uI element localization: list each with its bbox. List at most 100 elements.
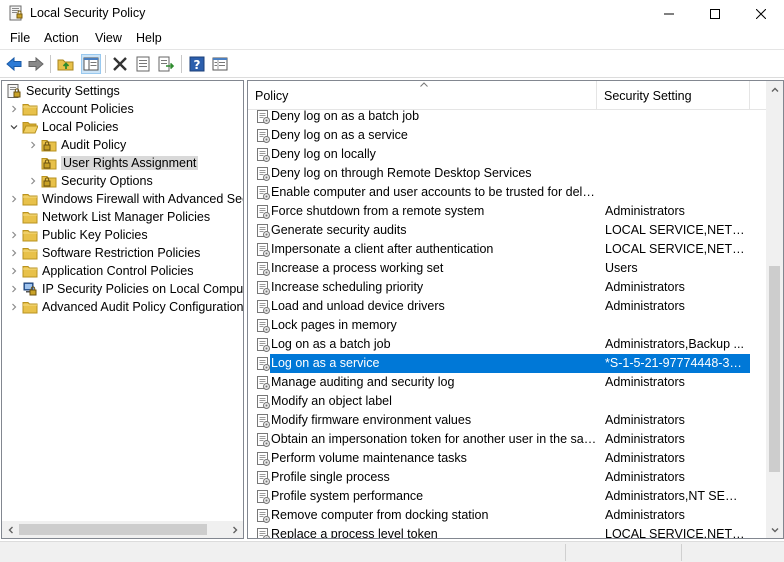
properties-button[interactable] [134,55,152,73]
show-hide-console-tree-button[interactable] [81,54,101,74]
policy-row[interactable]: Load and unload device drivers Administra… [248,297,766,316]
policy-row[interactable]: Deny log on as a batch job [248,107,766,126]
policy-row[interactable]: Modify firmware environment values Admini… [248,411,766,430]
export-list-button[interactable] [157,55,175,73]
policy-row[interactable]: Generate security audits LOCAL SERVICE,NE… [248,221,766,240]
scroll-thumb[interactable] [769,266,780,472]
menu-file[interactable]: File [10,31,30,45]
policy-row[interactable]: Log on as a service *S-1-5-21-97774448-31… [248,354,766,373]
scroll-up-button[interactable] [766,81,783,98]
policy-row[interactable]: Obtain an impersonation token for anothe… [248,430,766,449]
security-setting-value: Users [605,261,638,275]
chevron-down-icon[interactable] [6,119,22,135]
security-policy-icon [8,5,24,21]
chevron-right-icon[interactable] [6,227,22,243]
delete-button[interactable] [111,55,129,73]
policy-icon [255,147,271,163]
tree-item[interactable]: Application Control Policies [6,262,193,280]
chevron-up-icon [771,87,778,92]
policy-name: Profile single process [271,470,390,484]
policy-row[interactable]: Lock pages in memory [248,316,766,335]
tree-horizontal-scrollbar[interactable] [2,521,243,538]
tree-item[interactable]: Advanced Audit Policy Configuration [6,298,243,316]
tree-item[interactable]: Software Restriction Policies [6,244,200,262]
policy-name: Manage auditing and security log [271,375,455,389]
list-vertical-scrollbar[interactable] [766,81,783,538]
chevron-right-icon[interactable] [6,191,22,207]
tree-item[interactable]: Windows Firewall with Advanced Secu [6,190,243,208]
policy-row[interactable]: Enable computer and user accounts to be … [248,183,766,202]
policy-icon [255,394,271,410]
policy-row[interactable]: Deny log on as a service [248,126,766,145]
policy-list[interactable]: Policy Security Setting Deny log on as a… [247,80,784,539]
policy-row[interactable]: Profile system performance Administrators… [248,487,766,506]
scroll-down-button[interactable] [766,521,783,538]
chevron-right-icon[interactable] [6,245,22,261]
menu-help[interactable]: Help [136,31,162,45]
tree-item-label: Network List Manager Policies [42,210,211,224]
scroll-left-button[interactable] [2,521,19,538]
policy-icon [255,261,271,277]
tree-item[interactable]: Local Policies [6,118,118,136]
console-tree[interactable]: Security Settings Account Policies Local P… [1,80,244,539]
policy-name: Modify an object label [271,394,392,408]
chevron-right-icon[interactable] [25,173,41,189]
forward-arrow-icon [28,56,44,72]
chevron-right-icon[interactable] [6,299,22,315]
tree-item[interactable]: Security Settings [6,82,120,100]
column-header-security-setting[interactable]: Security Setting [597,81,749,110]
tree-item[interactable]: IP Security Policies on Local Compute [6,280,243,298]
chevron-down-icon [771,527,778,532]
up-one-level-button[interactable] [57,55,75,73]
policy-name: Increase a process working set [271,261,444,275]
chevron-right-icon[interactable] [6,101,22,117]
policy-icon [255,185,271,201]
close-icon [756,8,766,19]
chevron-right-icon[interactable] [6,281,22,297]
policy-name: Enable computer and user accounts to be … [271,185,599,199]
tree-item[interactable]: User Rights Assignment [25,154,199,172]
policy-row[interactable]: Remove computer from docking station Admi… [248,506,766,525]
policy-name: Perform volume maintenance tasks [271,451,467,465]
folder-icon [22,227,38,243]
tree-item[interactable]: Account Policies [6,100,134,118]
scroll-right-button[interactable] [226,521,243,538]
policy-row[interactable]: Deny log on through Remote Desktop Servi… [248,164,766,183]
policy-row[interactable]: Log on as a batch job Administrators,Back… [248,335,766,354]
column-header-setting-label: Security Setting [604,88,692,103]
menu-view[interactable]: View [95,31,122,45]
policy-icon [255,204,271,220]
delete-icon [113,57,127,71]
policy-row[interactable]: Impersonate a client after authenticatio… [248,240,766,259]
policy-row[interactable]: Replace a process level token LOCAL SERVI… [248,525,766,538]
policy-row[interactable]: Increase a process working set Users [248,259,766,278]
policy-name: Load and unload device drivers [271,299,445,313]
tree-item[interactable]: Audit Policy [25,136,126,154]
policy-row[interactable]: Force shutdown from a remote system Admin… [248,202,766,221]
policy-row[interactable]: Perform volume maintenance tasks Administ… [248,449,766,468]
maximize-button[interactable] [692,0,738,27]
chevron-right-icon [232,526,237,533]
chevron-right-icon[interactable] [6,263,22,279]
security-setting-value: Administrators [605,375,685,389]
tree-item[interactable]: Security Options [25,172,153,190]
minimize-button[interactable] [646,0,692,27]
back-button[interactable] [5,55,23,73]
menu-action[interactable]: Action [44,31,79,45]
policy-row[interactable]: Increase scheduling priority Administrato… [248,278,766,297]
policy-row[interactable]: Deny log on locally [248,145,766,164]
forward-button[interactable] [27,55,45,73]
tree-item[interactable]: Network List Manager Policies [6,208,210,226]
policy-row[interactable]: Modify an object label [248,392,766,411]
chevron-right-icon[interactable] [25,137,41,153]
policy-name: Modify firmware environment values [271,413,472,427]
details-view-button[interactable] [211,55,229,73]
policy-row[interactable]: Manage auditing and security log Administ… [248,373,766,392]
policy-row[interactable]: Profile single process Administrators [248,468,766,487]
tree-item[interactable]: Public Key Policies [6,226,148,244]
scroll-thumb[interactable] [19,524,207,535]
policy-name: Force shutdown from a remote system [271,204,485,218]
help-button[interactable]: ? [188,55,206,73]
chevron-left-icon [8,526,13,533]
close-button[interactable] [738,0,784,27]
